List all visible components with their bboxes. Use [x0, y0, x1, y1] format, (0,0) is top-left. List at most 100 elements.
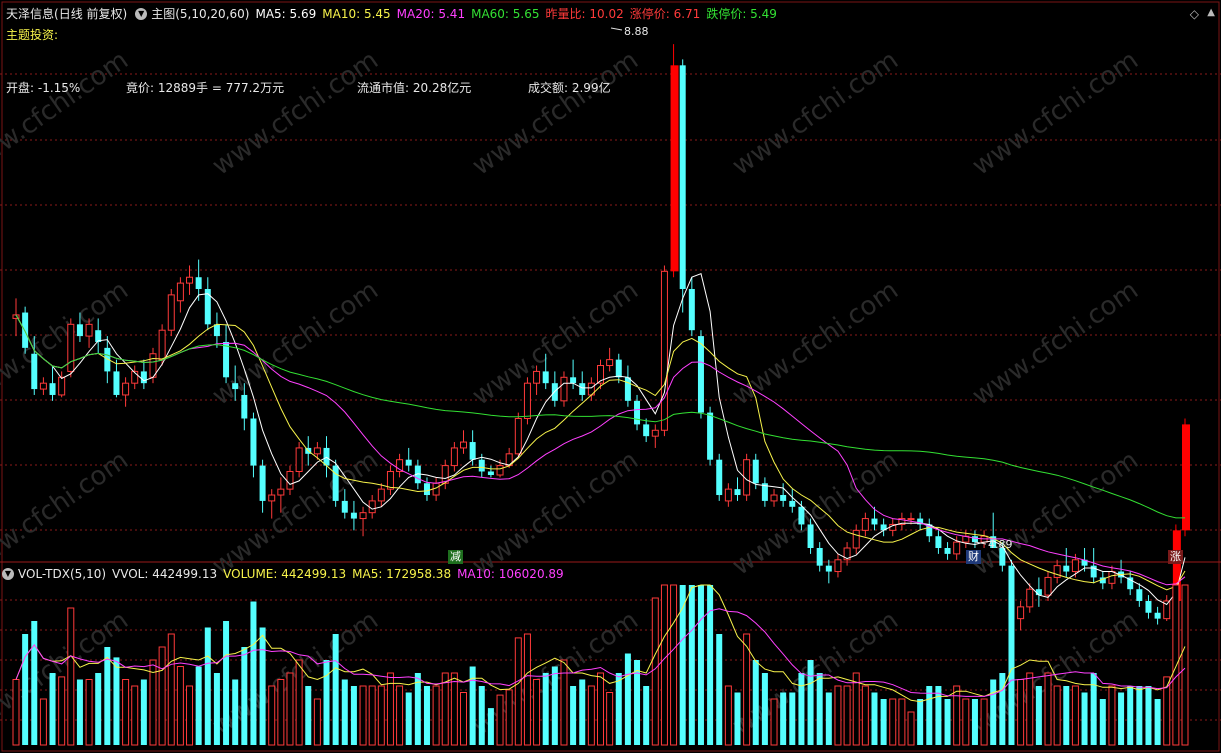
candle-body — [1090, 565, 1097, 578]
volume-bar — [825, 692, 832, 745]
volume-bar — [660, 584, 668, 746]
high-price-label: 8.88 — [624, 25, 649, 38]
candle-body — [724, 488, 732, 502]
volume-bar — [487, 708, 494, 745]
candle-body — [286, 470, 294, 490]
volume-ratio: 昨量比: 10.02 — [545, 7, 624, 21]
chart-mode[interactable]: (日线 前复权) — [54, 6, 127, 22]
volume-bar — [597, 672, 604, 746]
stock-name[interactable]: 天泽信息 — [6, 6, 54, 22]
watermark-text: www.cfchi.com — [0, 45, 134, 181]
candle-body — [341, 500, 348, 513]
volume-bar — [834, 685, 842, 746]
volume-bar — [789, 692, 796, 745]
volume-bar — [1108, 685, 1116, 746]
candle-body — [232, 383, 239, 390]
volume-bar — [496, 694, 504, 746]
candle-body — [1145, 600, 1152, 613]
candle-body — [514, 418, 522, 455]
volume-ma10-value: MA10: 106020.89 — [457, 567, 564, 581]
auction-info: 竟价: 12889手 = 777.2万元 — [126, 81, 285, 95]
volume-bar — [478, 686, 485, 745]
open-info: 开盘: -1.15% — [6, 81, 81, 95]
candle-body — [670, 65, 679, 272]
marker-jian[interactable]: 减 — [448, 550, 463, 564]
turnover-info: 成交额: 2.99亿 — [528, 81, 611, 95]
volume-bar — [259, 627, 266, 745]
volume-bar — [359, 685, 367, 746]
ma5-value: MA5: 5.69 — [255, 7, 317, 21]
candle-body — [634, 400, 641, 425]
volume-bar — [697, 585, 704, 745]
volume-bar — [716, 634, 723, 745]
candle-body — [1154, 612, 1161, 619]
candle-body — [49, 383, 56, 395]
volume-bar — [1017, 679, 1025, 746]
volume-bar — [734, 692, 741, 745]
candle-body — [176, 282, 184, 302]
volume-bar — [104, 647, 111, 745]
candle-body — [533, 370, 541, 384]
volume-menu-icon[interactable]: ▼ — [2, 568, 14, 580]
volume-bar — [724, 685, 732, 746]
main-chart-header: 天泽信息 (日线 前复权) ▼ 主图(5,10,20,60) MA5: 5.69… — [0, 6, 783, 22]
volume-bar — [990, 679, 997, 745]
candle-body — [295, 447, 303, 472]
volume-bar — [770, 698, 778, 746]
volume-bar — [944, 699, 951, 745]
candle-body — [643, 424, 650, 437]
volume-bar — [816, 673, 823, 745]
main-indicator-label[interactable]: 主图(5,10,20,60) — [151, 6, 249, 22]
candle-body — [660, 270, 668, 431]
marker-zhang[interactable]: 涨 — [1168, 550, 1183, 564]
high-leader — [610, 27, 623, 31]
volume-bar — [1181, 584, 1189, 746]
candle-body — [651, 429, 659, 437]
candle-body — [377, 488, 385, 502]
candle-body — [259, 465, 266, 501]
marker-cai[interactable]: 财 — [966, 550, 981, 564]
volume-bar — [95, 673, 102, 745]
candle-body — [834, 559, 842, 573]
stock-chart-window: www.cfchi.com www.cfchi.com www.cfchi.com w… — [0, 0, 1221, 753]
candle-body — [697, 336, 704, 413]
volume-ma5-value: MA5: 172958.38 — [352, 567, 452, 581]
diamond-icon[interactable]: ◇ — [1190, 7, 1199, 21]
volume-bar — [313, 698, 321, 746]
candle-body — [167, 294, 175, 331]
volume-bar — [414, 673, 421, 745]
volume-bar — [405, 692, 412, 745]
candle-body — [798, 506, 805, 525]
volume-bar — [350, 686, 357, 745]
chart-menu-icon[interactable]: ▼ — [135, 8, 148, 20]
candle-body — [542, 371, 549, 384]
volume-bar — [624, 653, 631, 745]
volume-indicator-label[interactable]: VOL-TDX(5,10) — [18, 566, 106, 582]
volume-bar — [780, 692, 787, 745]
volume-bar — [514, 637, 522, 746]
volume-bar — [396, 685, 404, 746]
volume-bar — [31, 621, 38, 745]
candle-body — [76, 324, 83, 337]
candle-body — [332, 465, 339, 501]
chart-canvas[interactable]: www.cfchi.com www.cfchi.com www.cfchi.com w… — [0, 0, 1221, 753]
volume-bar — [460, 692, 468, 746]
candle-body — [770, 494, 778, 502]
volume-bar — [843, 685, 851, 746]
volume-bar — [917, 699, 924, 745]
volume-bar — [158, 646, 166, 746]
candle-body — [716, 459, 723, 496]
volume-bar — [688, 585, 695, 745]
candle-body — [579, 383, 586, 395]
ma20-value: MA20: 5.41 — [396, 7, 466, 21]
volume-bar — [752, 660, 759, 745]
candle-body — [825, 565, 832, 572]
candle-body — [460, 441, 468, 449]
low-price-label: 4.89 — [988, 538, 1013, 551]
volume-bar — [980, 698, 988, 746]
volume-bar — [277, 679, 285, 746]
candle-body — [953, 541, 961, 555]
watermark-text: www.cfchi.com — [0, 445, 134, 581]
candle-body — [223, 341, 230, 378]
collapse-icon[interactable]: ▲ — [1207, 7, 1215, 18]
